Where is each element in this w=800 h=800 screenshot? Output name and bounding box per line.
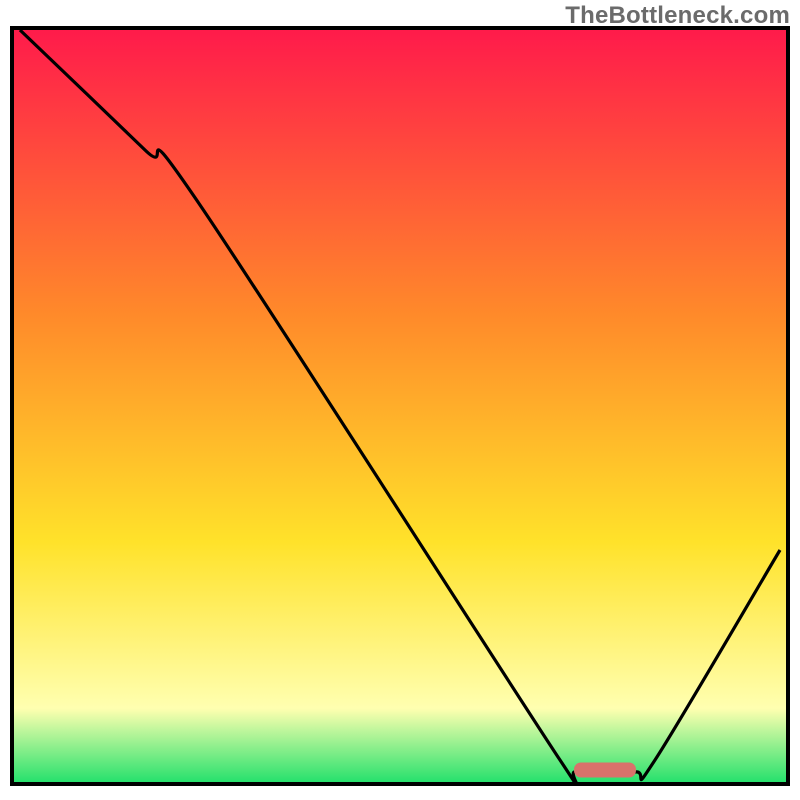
watermark-text: TheBottleneck.com [565,2,790,30]
gradient-background [12,28,788,784]
chart-stage: TheBottleneck.com [0,0,800,800]
bottleneck-chart [0,0,800,800]
optimal-marker [574,763,636,778]
